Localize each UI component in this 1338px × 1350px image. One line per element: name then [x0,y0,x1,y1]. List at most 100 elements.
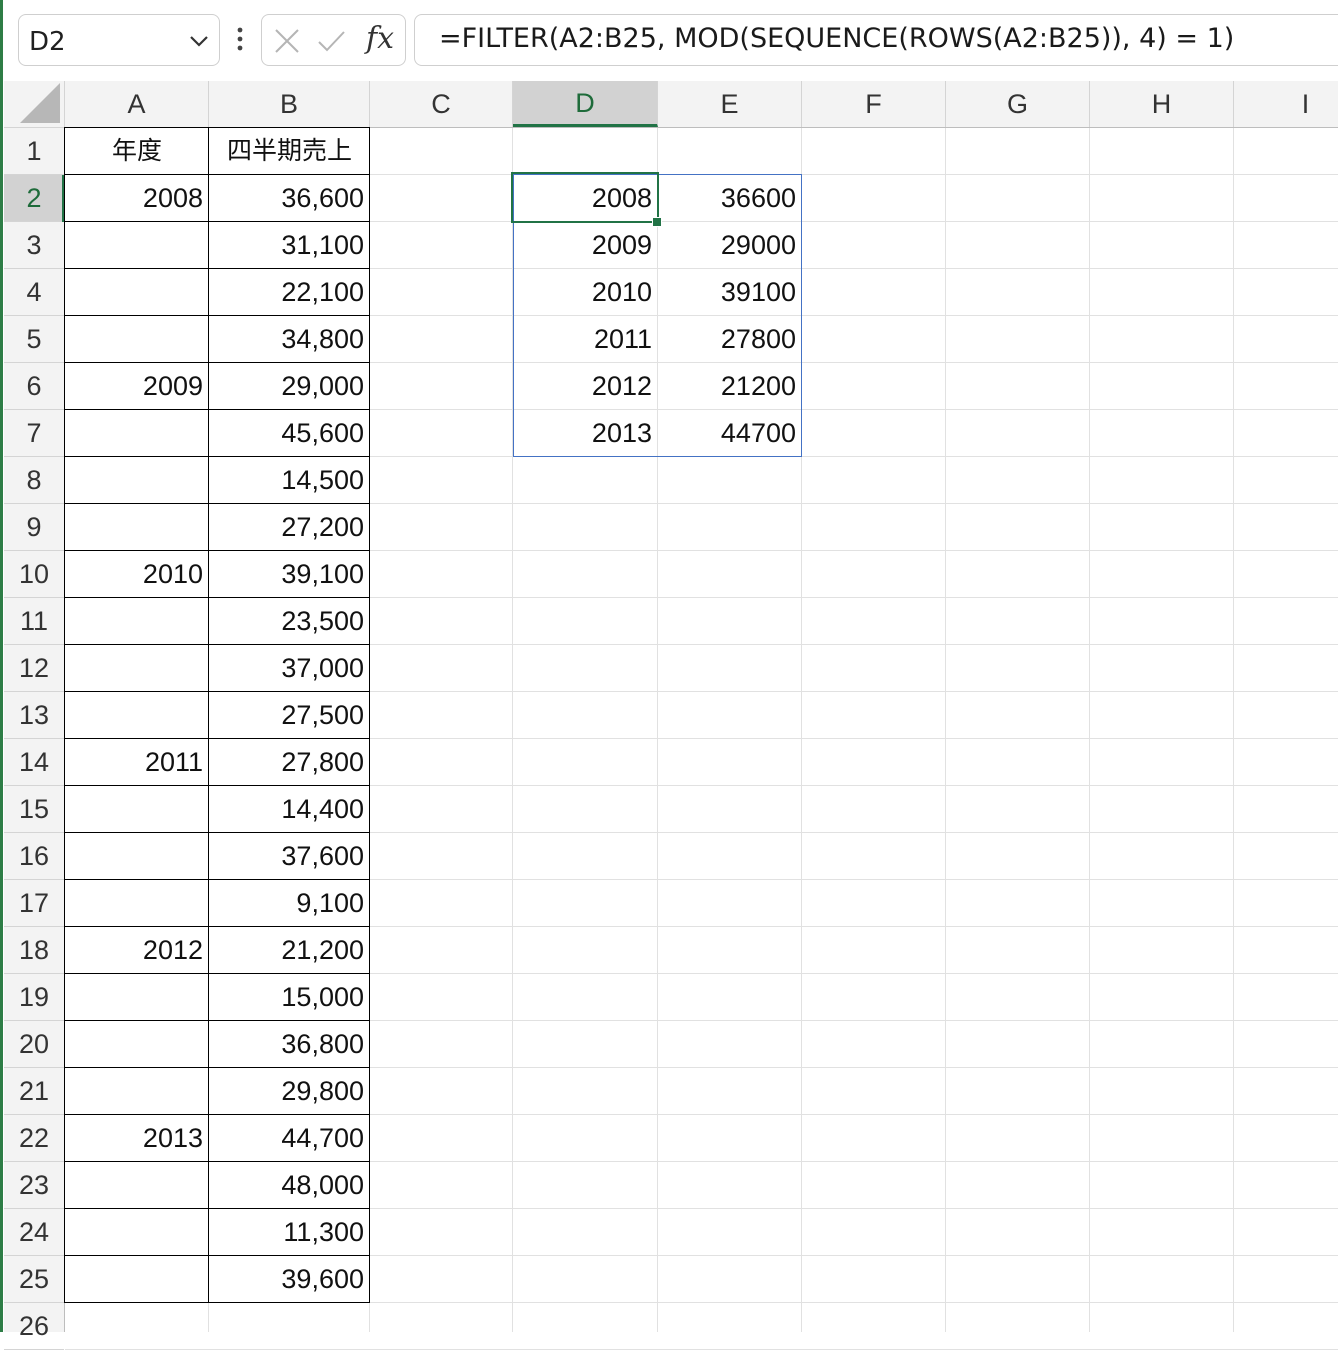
cell-a12[interactable] [65,645,209,692]
cell-a11[interactable] [65,598,209,645]
row-header-17[interactable]: 17 [4,880,64,927]
cell-a9[interactable] [65,504,209,551]
cell-a20[interactable] [65,1021,209,1068]
cell-d3[interactable]: 2009 [513,222,658,269]
cell-b18[interactable]: 21,200 [209,927,370,974]
cell-b23[interactable]: 48,000 [209,1162,370,1209]
column-header-e[interactable]: E [658,81,802,127]
column-header-f[interactable]: F [802,81,946,127]
cell-e4[interactable]: 39100 [658,269,802,316]
row-header-8[interactable]: 8 [4,457,64,504]
row-header-24[interactable]: 24 [4,1209,64,1256]
chevron-down-icon[interactable] [187,31,211,51]
formula-input[interactable]: =FILTER(A2:B25, MOD(SEQUENCE(ROWS(A2:B25… [414,14,1338,66]
cell-e2[interactable]: 36600 [658,175,802,222]
row-header-23[interactable]: 23 [4,1162,64,1209]
select-all-button[interactable] [4,81,65,128]
cell-d2[interactable]: 2008 [513,175,658,222]
row-header-22[interactable]: 22 [4,1115,64,1162]
column-header-a[interactable]: A [65,81,209,127]
column-header-h[interactable]: H [1090,81,1234,127]
column-header-c[interactable]: C [370,81,513,127]
cell-a23[interactable] [65,1162,209,1209]
cell-b8[interactable]: 14,500 [209,457,370,504]
cell-b22[interactable]: 44,700 [209,1115,370,1162]
cell-b4[interactable]: 22,100 [209,269,370,316]
cell-a10[interactable]: 2010 [65,551,209,598]
row-header-2[interactable]: 2 [4,175,65,222]
row-header-4[interactable]: 4 [4,269,64,316]
cell-a22[interactable]: 2013 [65,1115,209,1162]
cell-b11[interactable]: 23,500 [209,598,370,645]
row-header-18[interactable]: 18 [4,927,64,974]
cell-b3[interactable]: 31,100 [209,222,370,269]
cell-b1-sales-header[interactable]: 四半期売上 [209,128,370,175]
cell-b20[interactable]: 36,800 [209,1021,370,1068]
row-header-15[interactable]: 15 [4,786,64,833]
row-header-7[interactable]: 7 [4,410,64,457]
row-header-26[interactable]: 26 [4,1303,64,1350]
row-header-12[interactable]: 12 [4,645,64,692]
row-header-19[interactable]: 19 [4,974,64,1021]
row-header-21[interactable]: 21 [4,1068,64,1115]
column-header-d[interactable]: D [513,81,658,127]
row-header-14[interactable]: 14 [4,739,64,786]
cell-b6[interactable]: 29,000 [209,363,370,410]
cell-b7[interactable]: 45,600 [209,410,370,457]
cell-e3[interactable]: 29000 [658,222,802,269]
more-options-icon[interactable] [232,26,248,56]
cell-a1-year-header[interactable]: 年度 [65,128,209,175]
cell-a4[interactable] [65,269,209,316]
row-header-1[interactable]: 1 [4,128,64,175]
cell-a15[interactable] [65,786,209,833]
column-header-b[interactable]: B [209,81,370,127]
cell-a14[interactable]: 2011 [65,739,209,786]
cell-a6[interactable]: 2009 [65,363,209,410]
cell-a18[interactable]: 2012 [65,927,209,974]
cell-d7[interactable]: 2013 [513,410,658,457]
cell-b12[interactable]: 37,000 [209,645,370,692]
cell-b9[interactable]: 27,200 [209,504,370,551]
cell-e6[interactable]: 21200 [658,363,802,410]
cell-e5[interactable]: 27800 [658,316,802,363]
cell-b14[interactable]: 27,800 [209,739,370,786]
cell-a2[interactable]: 2008 [65,175,209,222]
cell-a7[interactable] [65,410,209,457]
row-header-6[interactable]: 6 [4,363,64,410]
cell-b21[interactable]: 29,800 [209,1068,370,1115]
cell-b17[interactable]: 9,100 [209,880,370,927]
cell-a3[interactable] [65,222,209,269]
row-header-10[interactable]: 10 [4,551,64,598]
name-box[interactable]: D2 [18,14,220,66]
cell-a21[interactable] [65,1068,209,1115]
column-header-g[interactable]: G [946,81,1090,127]
row-header-9[interactable]: 9 [4,504,64,551]
cell-a17[interactable] [65,880,209,927]
cell-a13[interactable] [65,692,209,739]
column-header-i[interactable]: I [1234,81,1338,127]
row-header-20[interactable]: 20 [4,1021,64,1068]
row-header-16[interactable]: 16 [4,833,64,880]
enter-check-icon[interactable] [316,26,346,56]
insert-function-icon[interactable]: fx [366,21,394,56]
cell-b25[interactable]: 39,600 [209,1256,370,1303]
cell-b10[interactable]: 39,100 [209,551,370,598]
row-header-13[interactable]: 13 [4,692,64,739]
cell-a5[interactable] [65,316,209,363]
row-header-11[interactable]: 11 [4,598,64,645]
row-header-5[interactable]: 5 [4,316,64,363]
cell-b2[interactable]: 36,600 [209,175,370,222]
row-header-3[interactable]: 3 [4,222,64,269]
cell-a16[interactable] [65,833,209,880]
cell-a24[interactable] [65,1209,209,1256]
cancel-icon[interactable] [272,26,302,56]
cell-b19[interactable]: 15,000 [209,974,370,1021]
fill-handle[interactable] [652,217,662,227]
cell-d5[interactable]: 2011 [513,316,658,363]
cell-b5[interactable]: 34,800 [209,316,370,363]
cell-d6[interactable]: 2012 [513,363,658,410]
cell-b24[interactable]: 11,300 [209,1209,370,1256]
cell-b13[interactable]: 27,500 [209,692,370,739]
cell-e7[interactable]: 44700 [658,410,802,457]
cell-b16[interactable]: 37,600 [209,833,370,880]
